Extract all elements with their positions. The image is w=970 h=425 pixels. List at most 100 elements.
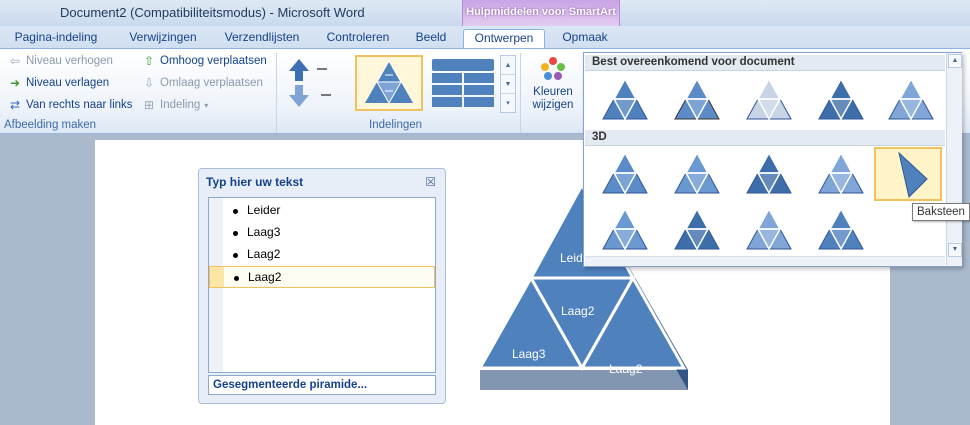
group-separator xyxy=(520,53,521,133)
pyramid-segment-right[interactable]: Laag2 xyxy=(609,362,643,376)
color-palette-icon xyxy=(541,57,565,80)
van-rechts-naar-links-button[interactable]: ⇄ Van rechts naar links xyxy=(8,99,133,111)
selection-gutter xyxy=(210,267,224,287)
style-thumb[interactable] xyxy=(588,203,656,257)
chevron-down-icon: ▾ xyxy=(204,100,209,110)
style-thumb[interactable] xyxy=(874,73,942,127)
ribbon-tabs: Pagina-indeling Verwijzingen Verzendlijs… xyxy=(0,26,970,48)
tab-pagina-indeling[interactable]: Pagina-indeling xyxy=(8,29,104,48)
contextual-group-label: Hulpmiddelen voor SmartArt xyxy=(466,6,616,18)
pyramid-style-icon xyxy=(602,151,648,195)
list-item-text[interactable]: Laag3 xyxy=(247,225,280,239)
smartart-styles-gallery: Best overeenkomend voor document 3D ▲ ▼ xyxy=(583,52,962,267)
arrow-up-icon: ⇧ xyxy=(143,54,155,68)
style-thumb[interactable] xyxy=(732,203,800,257)
tab-verwijzingen[interactable]: Verwijzingen xyxy=(120,29,206,48)
afbeelding-maken-group-label: Afbeelding maken xyxy=(4,119,97,131)
arrow-down-icon: ⇩ xyxy=(143,76,155,90)
pyramid-segment-top[interactable]: Leid xyxy=(560,251,583,265)
bullet-icon xyxy=(234,276,239,281)
gallery-section-3d: 3D xyxy=(585,130,945,146)
pyramid-style-icon xyxy=(898,151,928,198)
arrow-right-icon: ➜ xyxy=(9,76,21,90)
style-thumb[interactable] xyxy=(588,73,656,127)
layout-gallery-scroller[interactable]: ▲ ▼ ▾ xyxy=(500,55,516,113)
layout-thumb-blocks[interactable] xyxy=(430,55,498,111)
scroll-down-icon[interactable]: ▼ xyxy=(501,75,515,94)
pyramid-style-icon xyxy=(746,207,792,251)
niveau-verhogen-button[interactable]: ⇦ Niveau verhogen xyxy=(8,55,113,67)
pyramid-style-icon xyxy=(746,77,792,121)
text-pane: Typ hier uw tekst ☒ Leider Laag3 Laag2 L… xyxy=(198,168,446,404)
block-list-layout-icon xyxy=(432,59,494,107)
pyramid-style-icon xyxy=(674,77,720,121)
style-thumb[interactable] xyxy=(660,203,728,257)
omhoog-verplaatsen-button[interactable]: ⇧ Omhoog verplaatsen xyxy=(142,55,267,67)
list-item[interactable]: Laag2 xyxy=(209,244,435,266)
gallery-section-best-match: Best overeenkomend voor document xyxy=(585,55,945,71)
swap-direction-icon: ⇄ xyxy=(9,98,21,112)
list-item-text[interactable]: Laag2 xyxy=(248,270,281,284)
pyramid-style-icon xyxy=(674,151,720,195)
style-thumb[interactable] xyxy=(804,147,872,201)
list-item-text[interactable]: Leider xyxy=(247,203,280,217)
up-down-arrows-layout-icon xyxy=(289,59,331,107)
group-separator xyxy=(276,53,277,133)
pyramid-style-icon xyxy=(674,207,720,251)
pyramid-segment-middle[interactable]: Laag2 xyxy=(561,304,595,318)
kleuren-wijzigen-button[interactable]: Kleuren wijzigen xyxy=(524,55,582,117)
niveau-verhogen-label: Niveau verhogen xyxy=(26,55,113,67)
window-title: Document2 (Compatibiliteitsmodus) - Micr… xyxy=(60,5,365,20)
list-item-selected[interactable]: Laag2 xyxy=(209,266,435,288)
list-item[interactable]: Leider xyxy=(209,200,435,222)
layout-description-link[interactable]: Gesegmenteerde piramide... xyxy=(208,375,436,395)
omlaag-verplaatsen-button[interactable]: ⇩ Omlaag verplaatsen xyxy=(142,77,263,89)
omlaag-verplaatsen-label: Omlaag verplaatsen xyxy=(160,77,263,89)
scroll-up-icon[interactable]: ▲ xyxy=(948,54,962,68)
style-thumb[interactable] xyxy=(732,73,800,127)
close-icon[interactable]: ☒ xyxy=(425,175,436,189)
pyramid-style-icon xyxy=(888,77,934,121)
layout-icon: ⊞ xyxy=(143,98,155,112)
tab-opmaak[interactable]: Opmaak xyxy=(552,29,618,48)
style-thumb[interactable] xyxy=(660,147,728,201)
pyramid-style-icon xyxy=(818,151,864,195)
text-pane-list[interactable]: Leider Laag3 Laag2 Laag2 xyxy=(208,197,436,373)
indelingen-group-label: Indelingen xyxy=(369,119,423,131)
pyramid-style-icon xyxy=(818,77,864,121)
style-thumb[interactable] xyxy=(660,73,728,127)
gallery-resize-handle[interactable] xyxy=(585,256,945,266)
layout-thumb-segmented-pyramid[interactable] xyxy=(355,55,423,111)
style-thumb[interactable] xyxy=(588,147,656,201)
pyramid-style-icon xyxy=(746,151,792,195)
niveau-verlagen-label: Niveau verlagen xyxy=(26,77,110,89)
gallery-scrollbar[interactable]: ▲ ▼ xyxy=(946,53,962,266)
style-thumb-baksteen[interactable] xyxy=(874,147,942,201)
text-pane-title: Typ hier uw tekst xyxy=(206,175,304,189)
bullet-icon xyxy=(233,231,238,236)
bullet-icon xyxy=(233,209,238,214)
pyramid-style-icon xyxy=(818,207,864,251)
pyramid-segment-left[interactable]: Laag3 xyxy=(512,347,546,361)
expand-gallery-icon[interactable]: ▾ xyxy=(501,94,515,113)
scroll-up-icon[interactable]: ▲ xyxy=(501,56,515,75)
tab-verzendlijsten[interactable]: Verzendlijsten xyxy=(214,29,310,48)
style-thumb[interactable] xyxy=(804,73,872,127)
indeling-dropdown[interactable]: ⊞ Indeling ▾ xyxy=(142,99,208,111)
pyramid-style-icon xyxy=(602,77,648,121)
tab-ontwerpen[interactable]: Ontwerpen xyxy=(463,29,545,48)
tab-beeld[interactable]: Beeld xyxy=(406,29,456,48)
niveau-verlagen-button[interactable]: ➜ Niveau verlagen xyxy=(8,77,109,89)
list-item-text[interactable]: Laag2 xyxy=(247,247,280,261)
layout-thumb-arrows[interactable] xyxy=(283,55,351,111)
list-item[interactable]: Laag3 xyxy=(209,222,435,244)
tab-controleren[interactable]: Controleren xyxy=(318,29,398,48)
pyramid-style-icon xyxy=(602,207,648,251)
scroll-down-icon[interactable]: ▼ xyxy=(948,243,962,257)
style-thumb[interactable] xyxy=(804,203,872,257)
bullet-icon xyxy=(233,253,238,258)
tooltip: Baksteen xyxy=(912,203,970,221)
wijzigen-label: wijzigen xyxy=(532,99,574,111)
omhoog-verplaatsen-label: Omhoog verplaatsen xyxy=(160,55,267,67)
style-thumb[interactable] xyxy=(732,147,800,201)
